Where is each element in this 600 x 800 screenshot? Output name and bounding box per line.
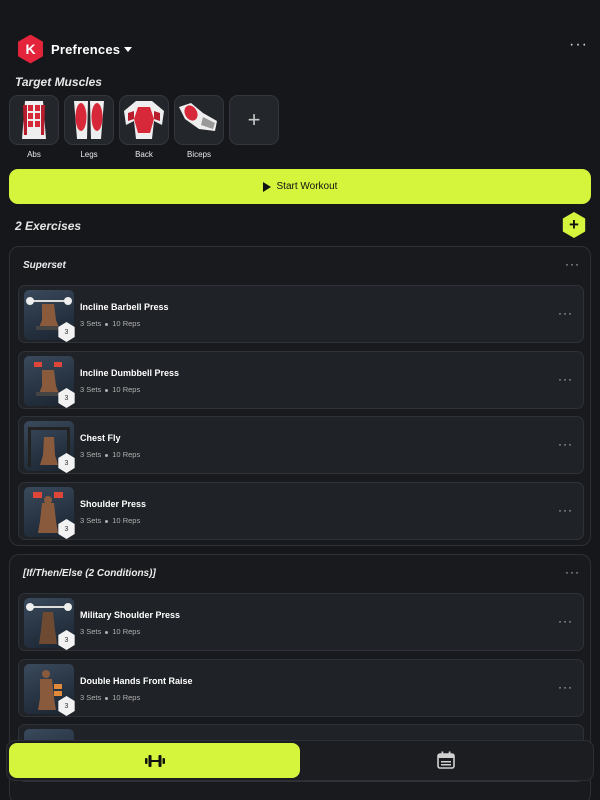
- more-dots-icon[interactable]: ···: [558, 503, 573, 517]
- exercise-group-superset: Superset ··· 3 Incline Barbell Press 3 S…: [9, 246, 591, 546]
- start-workout-button[interactable]: Start Workout: [9, 169, 591, 204]
- separator-dot: [105, 453, 109, 457]
- app-logo: K: [18, 34, 43, 64]
- exercises-count-label: 2 Exercises: [15, 219, 82, 233]
- exercise-row[interactable]: 3 Shoulder Press 3 Sets 10 Reps ···: [18, 482, 584, 540]
- separator-dot: [105, 388, 109, 392]
- exercise-row[interactable]: 3 Incline Barbell Press 3 Sets 10 Reps ··…: [18, 285, 584, 343]
- exercise-name: Double Hands Front Raise: [80, 676, 193, 686]
- exercise-reps: 10 Reps: [112, 319, 141, 328]
- muscle-item-legs[interactable]: Legs: [64, 95, 114, 159]
- exercise-row[interactable]: 3 Military Shoulder Press 3 Sets 10 Reps …: [18, 593, 584, 651]
- exercise-name: Incline Dumbbell Press: [80, 368, 180, 378]
- play-icon: [262, 181, 271, 192]
- more-dots-icon[interactable]: ···: [558, 372, 573, 386]
- exercise-name: Chest Fly: [80, 433, 121, 443]
- separator-dot: [105, 696, 109, 700]
- abs-muscle-icon[interactable]: [9, 95, 59, 145]
- muscle-label: Abs: [27, 150, 41, 159]
- exercise-meta: 3 Sets 10 Reps: [80, 319, 140, 328]
- exercise-meta: 3 Sets 10 Reps: [80, 516, 140, 525]
- exercise-sets: 3 Sets: [80, 627, 102, 636]
- add-exercise-button[interactable]: +: [562, 212, 586, 238]
- exercise-sets: 3 Sets: [80, 450, 102, 459]
- exercise-meta: 3 Sets 10 Reps: [80, 693, 140, 702]
- add-muscle[interactable]: +: [229, 95, 279, 159]
- exercise-name: Military Shoulder Press: [80, 610, 181, 620]
- calendar-icon[interactable]: [437, 751, 455, 769]
- more-dots-icon[interactable]: ···: [558, 437, 573, 451]
- exercise-row[interactable]: 3 Double Hands Front Raise 3 Sets 10 Reps…: [18, 659, 584, 717]
- add-muscle-button[interactable]: +: [229, 95, 279, 145]
- more-dots-icon[interactable]: ···: [569, 37, 588, 53]
- bottom-tab-bar: [6, 740, 594, 781]
- exercise-meta: 3 Sets 10 Reps: [80, 385, 140, 394]
- tab-workout[interactable]: [9, 743, 300, 778]
- exercise-sets: 3 Sets: [80, 516, 102, 525]
- muscle-label: Legs: [80, 150, 98, 159]
- chevron-down-icon[interactable]: [124, 46, 133, 52]
- group-title: [If/Then/Else (2 Conditions)]: [23, 568, 156, 579]
- exercise-row[interactable]: 3 Chest Fly 3 Sets 10 Reps ···: [18, 416, 584, 474]
- muscle-label: Biceps: [186, 150, 211, 159]
- more-dots-icon[interactable]: ···: [558, 614, 573, 628]
- separator-dot: [105, 630, 109, 634]
- logo-letter: K: [25, 41, 36, 57]
- start-workout-label: Start Workout: [276, 181, 338, 192]
- muscle-label: Back: [135, 150, 153, 159]
- preferences-title[interactable]: Prefrences: [51, 42, 120, 57]
- exercise-row[interactable]: 3 Incline Dumbbell Press 3 Sets 10 Reps ·…: [18, 351, 584, 409]
- exercise-meta: 3 Sets 10 Reps: [80, 627, 140, 636]
- exercise-sets: 3 Sets: [80, 385, 102, 394]
- exercise-sets: 3 Sets: [80, 693, 102, 702]
- separator-dot: [105, 322, 109, 326]
- exercise-name: Shoulder Press: [80, 499, 147, 509]
- exercise-reps: 10 Reps: [112, 516, 141, 525]
- target-muscles-list: Abs Legs Back Biceps +: [9, 95, 279, 159]
- exercise-sets: 3 Sets: [80, 319, 102, 328]
- exercise-reps: 10 Reps: [112, 450, 141, 459]
- muscle-item-biceps[interactable]: Biceps: [174, 95, 224, 159]
- dumbbell-icon: [144, 754, 165, 767]
- legs-muscle-icon[interactable]: [64, 95, 114, 145]
- exercise-reps: 10 Reps: [112, 385, 141, 394]
- app-header: K Prefrences ···: [16, 34, 588, 64]
- separator-dot: [105, 519, 109, 523]
- exercise-reps: 10 Reps: [112, 627, 141, 636]
- muscle-item-back[interactable]: Back: [119, 95, 169, 159]
- exercise-name: Incline Barbell Press: [80, 302, 169, 312]
- more-dots-icon[interactable]: ···: [565, 257, 580, 271]
- biceps-muscle-icon[interactable]: [174, 95, 224, 145]
- more-dots-icon[interactable]: ···: [558, 680, 573, 694]
- target-muscles-label: Target Muscles: [15, 75, 102, 89]
- back-muscle-icon[interactable]: [119, 95, 169, 145]
- more-dots-icon[interactable]: ···: [565, 565, 580, 579]
- exercise-reps: 10 Reps: [112, 693, 141, 702]
- muscle-item-abs[interactable]: Abs: [9, 95, 59, 159]
- exercise-meta: 3 Sets 10 Reps: [80, 450, 140, 459]
- group-title: Superset: [23, 260, 66, 271]
- more-dots-icon[interactable]: ···: [558, 306, 573, 320]
